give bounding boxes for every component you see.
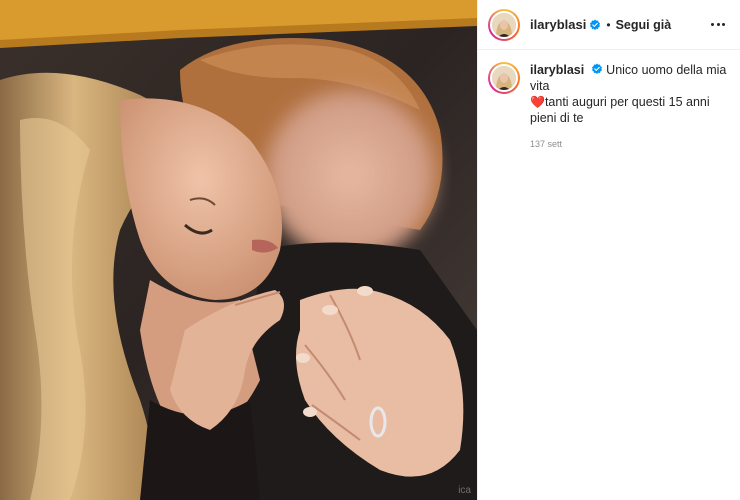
caption-avatar[interactable] bbox=[488, 62, 520, 94]
more-horizontal-icon bbox=[711, 23, 715, 26]
verified-badge-icon bbox=[591, 63, 602, 74]
post-side-panel: ilaryblasi • Segui già ilaryblasi Unico … bbox=[477, 0, 740, 500]
post-username[interactable]: ilaryblasi bbox=[530, 17, 586, 32]
caption-username[interactable]: ilaryblasi bbox=[530, 63, 584, 77]
photo-illustration bbox=[0, 0, 477, 500]
more-options-button[interactable] bbox=[708, 15, 728, 35]
post-header: ilaryblasi • Segui già bbox=[478, 0, 740, 50]
instagram-post: ica ilaryblasi • Segui già ilaryblasi Un… bbox=[0, 0, 740, 500]
post-timestamp[interactable]: 137 sett bbox=[530, 136, 728, 152]
caption-line-2: tanti auguri per questi 15 anni pieni di… bbox=[530, 95, 710, 125]
avatar-image-icon bbox=[492, 12, 516, 37]
separator-dot: • bbox=[606, 17, 611, 32]
post-photo[interactable]: ica bbox=[0, 0, 477, 500]
caption-text: ilaryblasi Unico uomo della mia vita ❤️t… bbox=[530, 62, 728, 152]
verified-badge-icon bbox=[590, 19, 601, 30]
avatar-image-icon bbox=[492, 66, 516, 90]
heart-emoji-icon: ❤️ bbox=[530, 95, 545, 109]
avatar[interactable] bbox=[488, 8, 520, 41]
caption-comment: ilaryblasi Unico uomo della mia vita ❤️t… bbox=[478, 50, 740, 152]
following-button[interactable]: Segui già bbox=[616, 18, 672, 32]
photo-watermark: ica bbox=[458, 485, 471, 496]
